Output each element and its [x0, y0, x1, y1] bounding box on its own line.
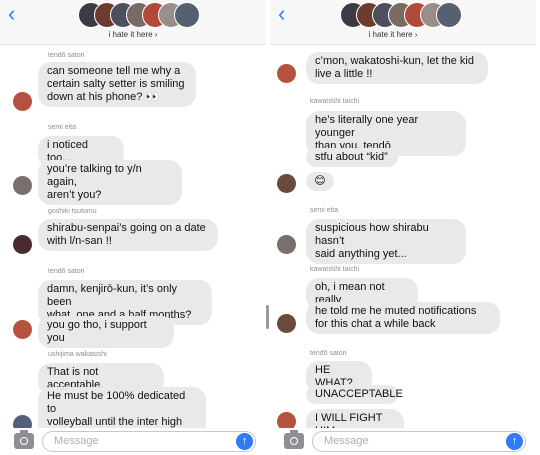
- avatar: [436, 2, 462, 28]
- message-input[interactable]: Message ↑: [312, 431, 526, 452]
- chat-panel-right: ‹ i hate it here › c’mon, wakatoshi-kun,…: [270, 0, 536, 455]
- group-avatars[interactable]: [78, 2, 200, 28]
- avatar: [13, 320, 32, 339]
- avatar: [174, 2, 200, 28]
- sender-name: semi eita: [310, 207, 339, 214]
- message-placeholder: Message: [324, 435, 369, 447]
- message-bubble[interactable]: you go tho, i support you: [38, 316, 174, 348]
- avatar: [13, 235, 32, 254]
- avatar: [13, 92, 32, 111]
- message-bubble[interactable]: can someone tell me why a certain salty …: [38, 62, 196, 107]
- sender-name: tendō satori: [310, 350, 347, 357]
- chat-panel-left: ‹ i hate it here › tendō satori can some…: [0, 0, 266, 455]
- back-chevron-icon[interactable]: ‹: [8, 2, 15, 26]
- avatar: [277, 235, 296, 254]
- send-button[interactable]: ↑: [506, 433, 523, 450]
- arrow-up-icon: ↑: [511, 435, 518, 447]
- camera-icon[interactable]: [284, 430, 304, 449]
- message-bubble[interactable]: 😊: [306, 172, 334, 191]
- sender-name: tendō satori: [48, 268, 85, 275]
- arrow-up-icon: ↑: [241, 435, 248, 447]
- message-bubble[interactable]: shirabu-senpai’s going on a date with l/…: [38, 219, 218, 251]
- avatar: [277, 174, 296, 193]
- avatar: [277, 314, 296, 333]
- conversation-header: ‹ i hate it here ›: [270, 0, 536, 45]
- message-placeholder: Message: [54, 435, 99, 447]
- group-name[interactable]: i hate it here ›: [270, 30, 526, 39]
- sender-name: goshiki tsutomu: [48, 208, 97, 215]
- sender-name: kawanishi taichi: [310, 266, 360, 273]
- message-bubble[interactable]: you’re talking to y/n again, aren’t you?: [38, 160, 182, 205]
- avatar: [277, 64, 296, 83]
- message-bubble[interactable]: c’mon, wakatoshi-kun, let the kid live a…: [306, 52, 488, 84]
- camera-icon[interactable]: [14, 430, 34, 449]
- message-bubble[interactable]: he told me he muted notifications for th…: [306, 302, 500, 334]
- sender-name: kawanishi taichi: [310, 98, 360, 105]
- send-button[interactable]: ↑: [236, 433, 253, 450]
- message-input[interactable]: Message ↑: [42, 431, 256, 452]
- sender-name: semi eita: [48, 124, 77, 131]
- message-bubble[interactable]: UNACCEPTABLE: [306, 385, 403, 404]
- group-name[interactable]: i hate it here ›: [0, 30, 266, 39]
- message-bubble[interactable]: suspicious how shirabu hasn’t said anyth…: [306, 219, 466, 264]
- compose-bar: Message ↑: [270, 428, 536, 455]
- conversation-header: ‹ i hate it here ›: [0, 0, 266, 45]
- group-avatars[interactable]: [340, 2, 462, 28]
- back-chevron-icon[interactable]: ‹: [278, 2, 285, 26]
- message-bubble[interactable]: stfu about “kid”: [306, 148, 398, 167]
- compose-bar: Message ↑: [0, 428, 266, 455]
- avatar: [13, 176, 32, 195]
- sender-name: tendō satori: [48, 52, 85, 59]
- sender-name: ushijima wakatoshi: [48, 351, 107, 358]
- scrollbar[interactable]: [266, 305, 269, 329]
